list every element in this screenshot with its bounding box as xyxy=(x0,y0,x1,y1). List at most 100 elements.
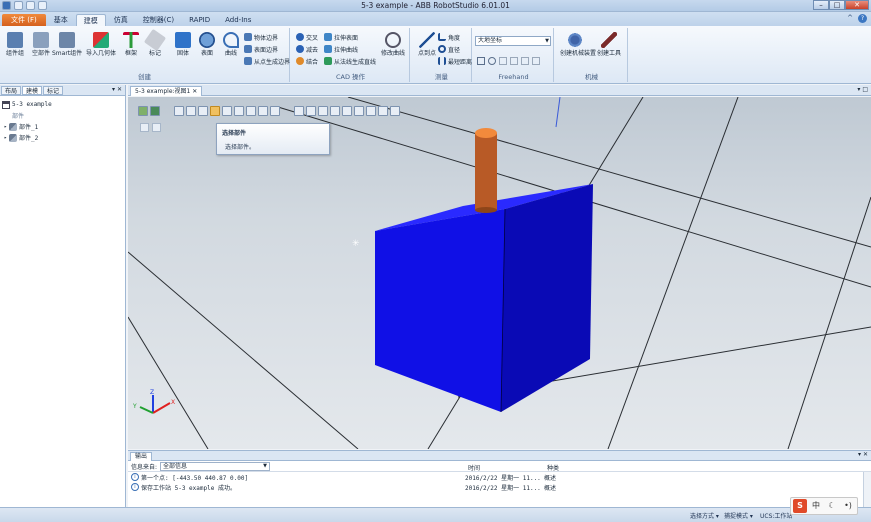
line-from-normal-button[interactable]: 从法线生成直线 xyxy=(324,56,376,66)
maximize-button[interactable]: □ xyxy=(829,0,845,10)
tab-file[interactable]: 文件 (F) xyxy=(2,14,46,26)
tab-addins[interactable]: Add-Ins xyxy=(218,14,258,26)
stop-icon[interactable] xyxy=(152,123,161,132)
measure-diameter-icon[interactable] xyxy=(390,106,400,116)
cylinder-top-face[interactable] xyxy=(475,128,497,138)
ime-chinese-toggle[interactable]: 中 xyxy=(809,499,823,513)
moon-icon[interactable]: ☾ xyxy=(825,499,839,513)
view-pin-icon[interactable]: ▾ □ xyxy=(857,86,868,93)
select-surface-icon[interactable] xyxy=(186,106,196,116)
group-create-label: 创建 xyxy=(138,73,151,81)
svg-text:Z: Z xyxy=(150,389,154,396)
tree-station[interactable]: 5-3 example xyxy=(2,99,123,110)
create-tool-button[interactable]: 创建工具 xyxy=(594,30,624,68)
multi-robot-jog-icon[interactable] xyxy=(532,57,540,65)
output-header: 输出 ▾ ✕ xyxy=(128,451,871,461)
select-path-icon[interactable] xyxy=(258,106,268,116)
tab-rapid[interactable]: RAPID xyxy=(182,14,217,26)
output-tab[interactable]: 输出 xyxy=(130,452,153,461)
view-settings-icon[interactable] xyxy=(138,106,148,116)
reference-frame-select[interactable]: 大地坐标 ▼ xyxy=(475,36,551,46)
help-icon[interactable]: ? xyxy=(858,14,867,23)
surface-boundary-button[interactable]: 表面边界 xyxy=(244,44,278,54)
cylinder-body[interactable] xyxy=(475,133,497,210)
message-filter-select[interactable]: 全部信息 ▼ xyxy=(160,461,271,471)
snap-local-icon[interactable] xyxy=(354,106,364,116)
create-mechanism-button[interactable]: 创建机械装置 xyxy=(560,30,596,68)
shortest-distance-icon xyxy=(438,57,446,65)
freehand-tools xyxy=(477,57,540,65)
snap-object-icon[interactable] xyxy=(270,106,280,116)
panel-pin-close-icon[interactable]: ▾ ✕ xyxy=(112,86,122,93)
close-button[interactable]: ✕ xyxy=(845,0,869,10)
tab-layout[interactable]: 布局 xyxy=(1,85,22,95)
output-scrollbar[interactable] xyxy=(863,472,871,508)
play-icon[interactable] xyxy=(140,123,149,132)
jog-reorient-icon[interactable] xyxy=(521,57,529,65)
import-geometry-button[interactable]: 导入几何体 xyxy=(86,30,116,68)
modify-curve-button[interactable]: 修改曲线 xyxy=(378,30,408,68)
measure-icon[interactable] xyxy=(366,106,376,116)
tab-modeling-browser[interactable]: 建模 xyxy=(22,85,43,95)
snap-center-icon[interactable] xyxy=(294,106,304,116)
select-mode-dropdown[interactable]: 选择方式 ▾ xyxy=(690,511,719,520)
rotate-icon[interactable] xyxy=(488,57,496,65)
extrude-surface-button[interactable]: 拉伸表面 xyxy=(324,32,358,42)
output-row[interactable]: i 保存工作站 5-3 example 成功。 2016/2/22 星期一 11… xyxy=(128,482,871,492)
expand-icon[interactable]: ▸ xyxy=(4,124,7,130)
curve-button[interactable]: 曲线 xyxy=(216,30,246,68)
snap-grid-icon[interactable] xyxy=(342,106,352,116)
tab-home[interactable]: 基本 xyxy=(47,14,75,26)
close-icon[interactable]: ✕ xyxy=(192,88,197,95)
angle-button[interactable]: 角度 xyxy=(438,32,460,42)
tree-parts-group[interactable]: 部件 xyxy=(2,110,123,121)
column-header-time[interactable]: 时间 xyxy=(468,463,480,472)
diameter-button[interactable]: 直径 xyxy=(438,44,460,54)
modeling-browser: 布局 建模 标记 ▾ ✕ 5-3 example 部件 ▸ 部件_1 ▸ 部件_… xyxy=(0,85,126,507)
minimize-button[interactable]: – xyxy=(813,0,829,10)
snap-midpoint-icon[interactable] xyxy=(306,106,316,116)
measure-angle-icon[interactable] xyxy=(378,106,388,116)
sogou-logo-icon[interactable]: S xyxy=(793,499,807,513)
intersect-button[interactable]: 交叉 xyxy=(296,32,318,42)
output-row[interactable]: i 第一个点: [-443.50 440.87 0.00] 2016/2/22 … xyxy=(128,472,871,482)
subtract-button[interactable]: 减去 xyxy=(296,44,318,54)
part-icon xyxy=(9,122,18,131)
select-mechanism-icon[interactable] xyxy=(234,106,244,116)
snap-end-icon[interactable] xyxy=(330,106,340,116)
ucs-indicator[interactable]: UCS:工作站 xyxy=(760,511,792,520)
group-cad-label: CAD 操作 xyxy=(335,73,366,81)
ribbon-minimize-icon[interactable]: ^ xyxy=(847,14,853,23)
select-part-icon[interactable] xyxy=(210,106,220,116)
tree-part-2[interactable]: ▸ 部件_2 xyxy=(2,132,123,143)
group-mechanism: 创建机械装置 创建工具 机械 xyxy=(556,28,628,82)
expand-icon[interactable]: ▸ xyxy=(4,135,7,141)
view-settings2-icon[interactable] xyxy=(150,106,160,116)
snap-mode-dropdown[interactable]: 捕捉模式 ▾ xyxy=(724,511,753,520)
tag-button[interactable]: 标记 xyxy=(140,28,170,68)
tree-part-1[interactable]: ▸ 部件_1 xyxy=(2,121,123,132)
smart-component-button[interactable]: Smart组件 xyxy=(52,30,82,68)
move-icon[interactable] xyxy=(477,57,485,65)
body-boundary-button[interactable]: 物体边界 xyxy=(244,32,278,42)
column-header-category[interactable]: 种类 xyxy=(547,463,559,472)
view-tab[interactable]: 5-3 example:视图1 ✕ xyxy=(130,86,203,96)
3d-viewport[interactable]: ✳ Z X Y 选择部件 选择部件。 xyxy=(128,97,871,449)
snap-edge-icon[interactable] xyxy=(318,106,328,116)
tab-modeling[interactable]: 建模 xyxy=(75,14,106,26)
speaker-icon[interactable]: •) xyxy=(841,499,855,513)
jog-linear-icon[interactable] xyxy=(510,57,518,65)
tab-tags[interactable]: 标记 xyxy=(43,85,64,95)
select-curve-icon[interactable] xyxy=(174,106,184,116)
tab-controller[interactable]: 控制器(C) xyxy=(136,14,181,26)
tab-simulation[interactable]: 仿真 xyxy=(107,14,135,26)
select-group-icon[interactable] xyxy=(222,106,232,116)
select-target-icon[interactable] xyxy=(246,106,256,116)
jog-joint-icon[interactable] xyxy=(499,57,507,65)
output-pin-close-icon[interactable]: ▾ ✕ xyxy=(858,451,868,458)
boundary-from-points-button[interactable]: 从点生成边界 xyxy=(244,56,290,66)
shortest-distance-button[interactable]: 最短距离 xyxy=(438,56,472,66)
union-button[interactable]: 结合 xyxy=(296,56,318,66)
extrude-curve-button[interactable]: 拉伸曲线 xyxy=(324,44,358,54)
select-body-icon[interactable] xyxy=(198,106,208,116)
